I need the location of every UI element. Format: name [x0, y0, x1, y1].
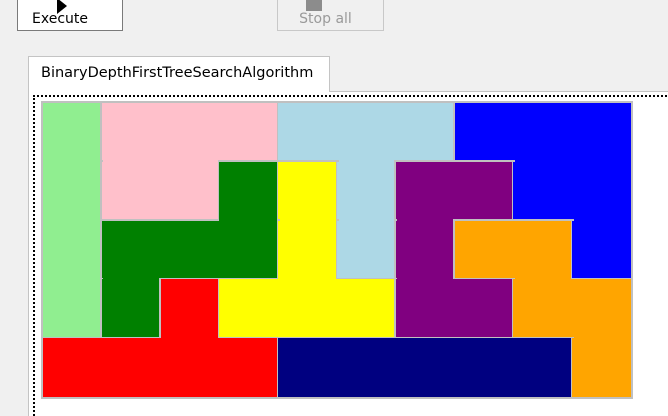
puzzle-cell-yellow	[219, 279, 279, 339]
puzzle-cell-pink	[160, 103, 220, 162]
puzzle-cell-purple	[395, 279, 455, 339]
puzzle-cell-green	[160, 220, 220, 280]
puzzle-cell-green	[101, 279, 161, 339]
puzzle-cell-lightgreen	[43, 103, 102, 162]
puzzle-cell-green	[219, 161, 279, 221]
puzzle-cell-red	[219, 338, 279, 397]
puzzle-cell-lightgreen	[43, 161, 102, 221]
puzzle-cell-navy	[278, 338, 337, 397]
tab-binary-depth-first-tree-search[interactable]: BinaryDepthFirstTreeSearchAlgorithm	[28, 56, 330, 92]
puzzle-cell-green	[101, 220, 161, 280]
puzzle-cell-lightblue	[337, 220, 396, 280]
puzzle-cell-navy	[337, 338, 396, 397]
puzzle-cell-blue	[513, 103, 573, 162]
puzzle-cell-orange	[513, 220, 573, 280]
puzzle-cell-blue	[454, 103, 514, 162]
puzzle-cell-red	[160, 279, 220, 339]
puzzle-cell-pink	[101, 103, 161, 162]
puzzle-cell-green	[219, 220, 279, 280]
puzzle-cell-red	[101, 338, 161, 397]
puzzle-cell-orange	[572, 279, 631, 339]
tab-label: BinaryDepthFirstTreeSearchAlgorithm	[41, 65, 314, 81]
puzzle-cell-blue	[572, 103, 631, 162]
stop-all-label: Stop all	[299, 11, 352, 27]
puzzle-cell-yellow	[278, 161, 337, 221]
app-window: Execute Stop all BinaryDepthFirstTreeSea…	[0, 0, 668, 416]
puzzle-cell-purple	[395, 220, 455, 280]
stop-all-button[interactable]: Stop all	[277, 0, 384, 31]
puzzle-cell-pink	[101, 161, 161, 221]
puzzle-cell-blue	[513, 161, 573, 221]
puzzle-cell-blue	[572, 220, 631, 280]
puzzle-cell-blue	[572, 161, 631, 221]
puzzle-board	[41, 101, 633, 399]
execute-label: Execute	[32, 11, 88, 27]
puzzle-cell-yellow	[278, 220, 337, 280]
puzzle-cell-lightblue	[278, 103, 337, 162]
puzzle-cell-lightgreen	[43, 279, 102, 339]
puzzle-cell-purple	[395, 161, 455, 221]
puzzle-cell-red	[43, 338, 102, 397]
puzzle-cell-lightblue	[337, 103, 396, 162]
puzzle-cell-red	[160, 338, 220, 397]
puzzle-cell-purple	[454, 161, 514, 221]
stop-icon	[306, 0, 322, 11]
puzzle-cell-orange	[513, 279, 573, 339]
puzzle-cell-pink	[219, 103, 279, 162]
puzzle-cell-navy	[513, 338, 573, 397]
puzzle-cells	[41, 101, 633, 399]
puzzle-cell-orange	[572, 338, 631, 397]
puzzle-cell-navy	[395, 338, 455, 397]
puzzle-cell-orange	[454, 220, 514, 280]
puzzle-cell-yellow	[337, 279, 396, 339]
puzzle-cell-lightblue	[395, 103, 455, 162]
puzzle-cell-yellow	[278, 279, 337, 339]
puzzle-cell-pink	[160, 161, 220, 221]
puzzle-cell-navy	[454, 338, 514, 397]
puzzle-cell-lightblue	[337, 161, 396, 221]
execute-button[interactable]: Execute	[17, 0, 123, 31]
puzzle-cell-purple	[454, 279, 514, 339]
puzzle-cell-lightgreen	[43, 220, 102, 280]
